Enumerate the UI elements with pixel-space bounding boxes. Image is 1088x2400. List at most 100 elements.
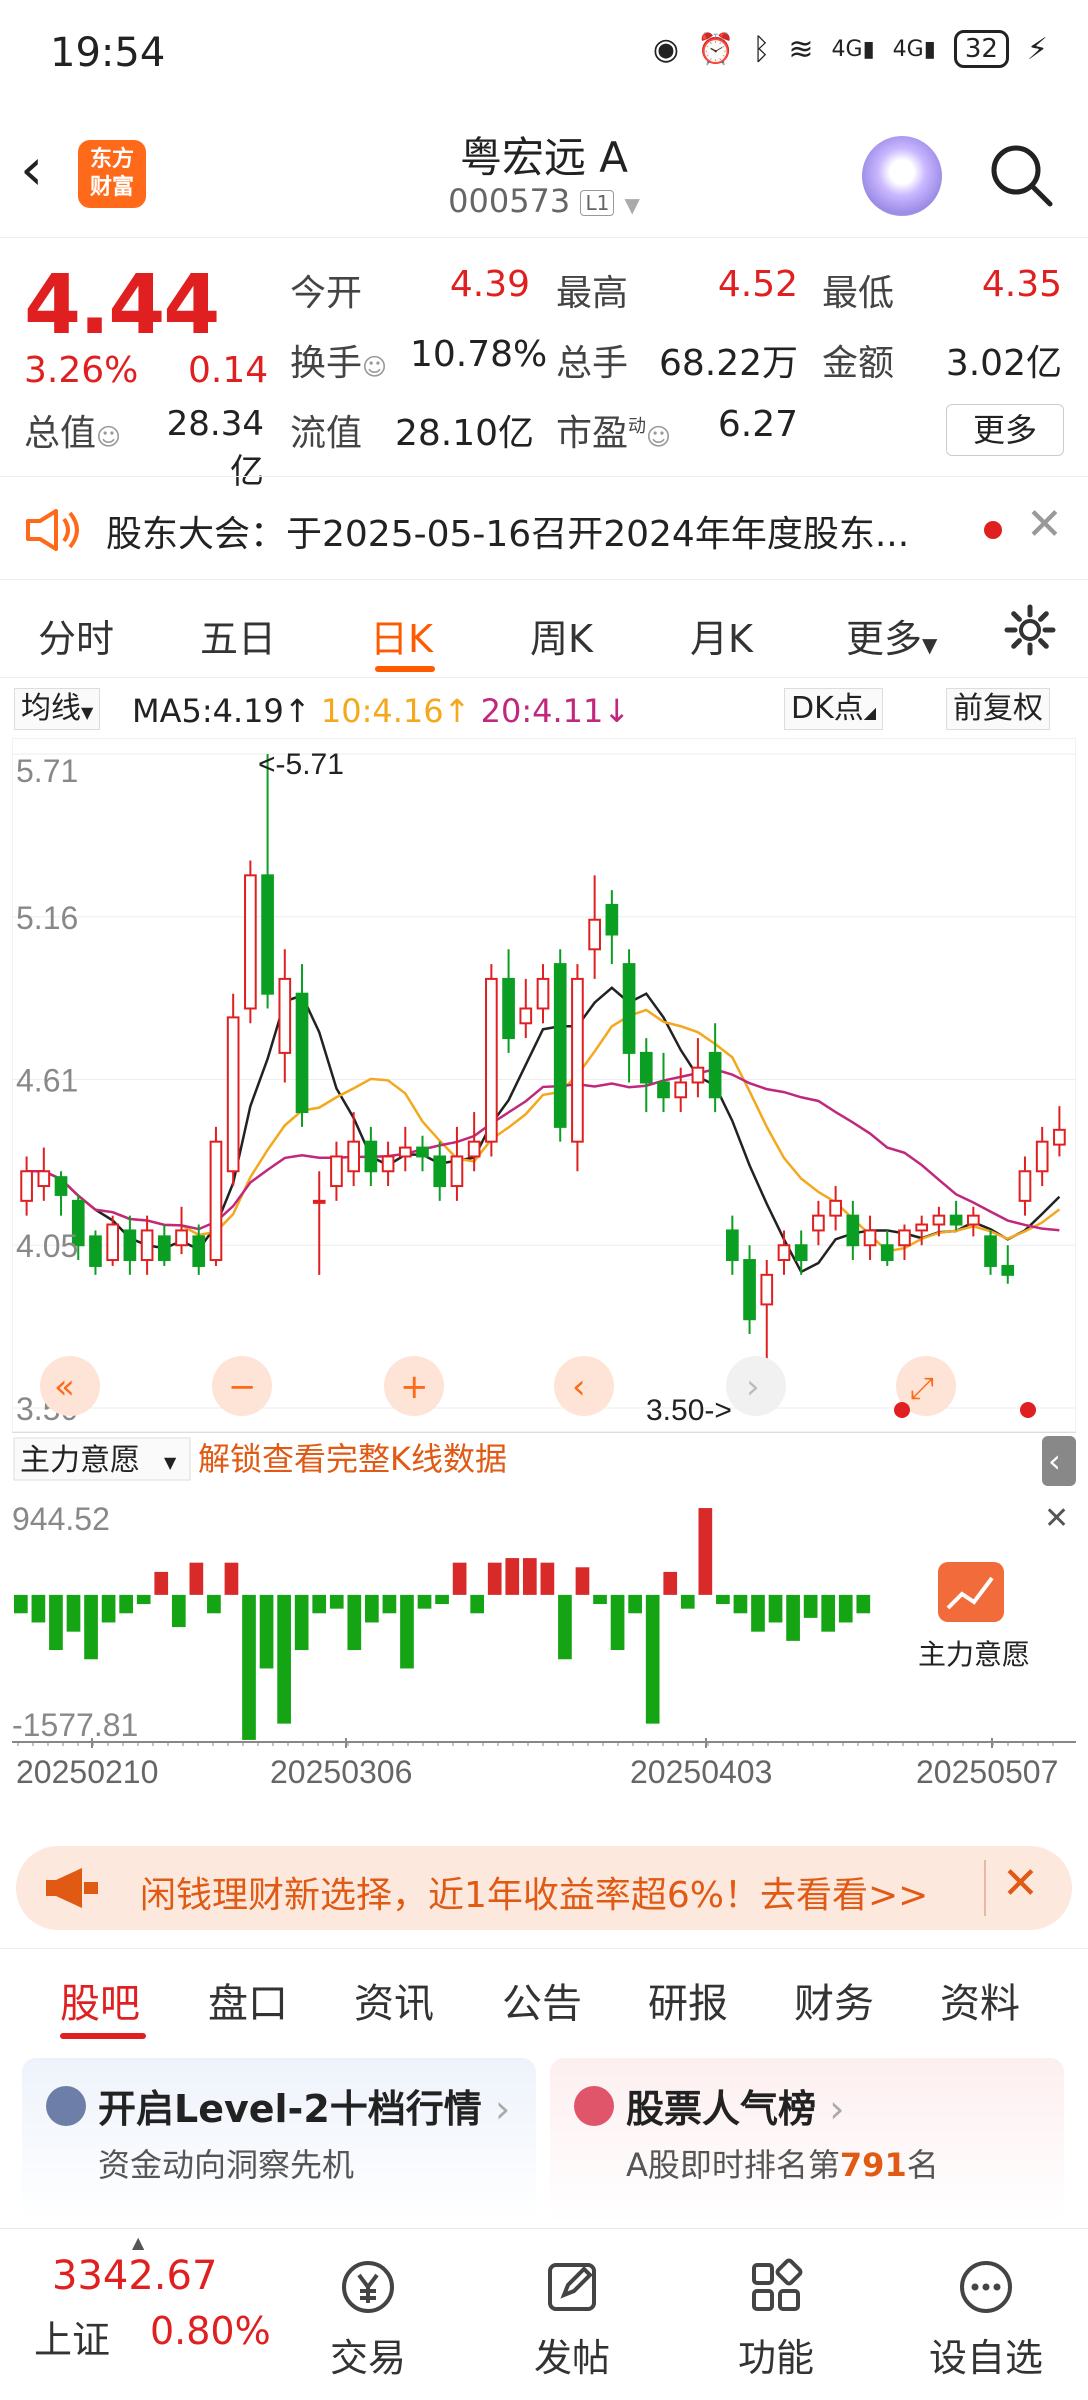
nav-add-watchlist[interactable]: 设自选 — [906, 2229, 1066, 2400]
candle-body — [175, 1229, 188, 1247]
tab-more[interactable]: 更多▼ — [846, 608, 937, 663]
more-button[interactable]: 更多 — [946, 404, 1064, 456]
indicator-header: 主力意愿 ▼ 解锁查看完整K线数据 ‹ — [13, 1436, 1076, 1486]
change-percent: 3.26% — [24, 350, 139, 391]
ma10-value: 10:4.16↑ — [320, 692, 471, 730]
indicator-bar — [610, 1594, 625, 1651]
candle-body — [898, 1229, 911, 1247]
indicator-bar — [189, 1562, 204, 1595]
indicator-bar — [329, 1594, 344, 1609]
ma-selector[interactable]: 均线▼ — [14, 688, 101, 730]
tab-five-day[interactable]: 五日 — [200, 608, 276, 663]
candle-body — [1053, 1128, 1066, 1146]
battery-icon: 32 — [953, 30, 1009, 68]
indicator-bar — [347, 1594, 362, 1651]
tab-order-book[interactable]: 盘口 — [208, 1971, 288, 2029]
indicator-bar — [417, 1594, 432, 1609]
close-icon[interactable]: ✕ — [1026, 499, 1063, 550]
popularity-card-subtitle: A股即时排名第791名 — [626, 2146, 939, 2184]
candle-body — [467, 1140, 481, 1158]
price-tick-label: 5.71 — [16, 753, 78, 789]
index-value: 3342.67 — [52, 2253, 218, 2299]
price-axis: 5.715.164.614.053.50 — [16, 753, 78, 1427]
candle-body — [743, 1259, 756, 1321]
settings-gear-icon[interactable] — [1004, 604, 1056, 656]
more-dots-icon — [960, 2261, 1012, 2313]
indicator-bar — [242, 1594, 256, 1740]
candle-body — [966, 1214, 980, 1226]
tab-announcements[interactable]: 公告 — [502, 1971, 582, 2029]
status-bar: 19:54 ◉ ⏰ ᛒ ≋ 4G▮ 4G▮ 32 ⚡ — [0, 0, 1088, 110]
robot-assistant-icon[interactable] — [862, 136, 942, 216]
candle-body — [794, 1244, 808, 1262]
rank-number: 791 — [839, 2146, 907, 2184]
adjust-selector[interactable]: 前复权 — [946, 688, 1050, 730]
candle-body — [949, 1214, 963, 1226]
indicator-bar — [400, 1594, 414, 1669]
tab-monthly-k[interactable]: 月K — [690, 608, 753, 663]
promo-banner[interactable]: 闲钱理财新选择，近1年收益率超6%！去看看>> ✕ — [16, 1846, 1072, 1930]
indicator-bar — [558, 1594, 572, 1660]
alarm-icon: ⏰ — [697, 31, 735, 67]
tab-financials[interactable]: 财务 — [794, 1971, 874, 2029]
candle-body — [880, 1244, 894, 1262]
candle-body — [106, 1223, 120, 1262]
indicator-bar — [277, 1594, 291, 1724]
header: ‹ 东方 财富 粤宏远 A 000573 L1 ▼ — [0, 110, 1088, 238]
candle-body — [846, 1214, 860, 1247]
level-badge: L1 — [580, 190, 615, 216]
date-label: 20250306 — [270, 1754, 413, 1790]
open-label: 今开 — [290, 273, 363, 314]
mktcap-label: 总值☺ — [24, 413, 122, 454]
close-icon[interactable]: ✕ — [1044, 1501, 1069, 1536]
candle-body — [691, 1066, 705, 1084]
tab-daily-k[interactable]: 日K — [370, 608, 433, 663]
ma20-value: 20:4.11↓ — [480, 692, 631, 730]
candle-body — [381, 1155, 395, 1173]
candle-body — [278, 977, 292, 1054]
expand-icon: ⤢ — [910, 1371, 934, 1406]
notice-bar[interactable]: 股东大会：于2025-05-16召开2024年年度股东... ✕ — [0, 476, 1088, 580]
tab-weekly-k[interactable]: 周K — [530, 608, 593, 663]
indicator-bar — [312, 1594, 327, 1614]
pe-value: 6.27 — [717, 404, 798, 445]
search-icon[interactable] — [986, 140, 1056, 210]
close-icon[interactable]: ✕ — [1002, 1858, 1039, 1909]
tab-intraday[interactable]: 分时 — [38, 608, 114, 663]
megaphone-icon — [46, 1868, 98, 1908]
level2-card[interactable]: 开启Level-2十档行情 › 资金动向洞察先机 — [22, 2058, 536, 2224]
candle-body — [433, 1155, 447, 1188]
main-intent-chart-icon[interactable] — [938, 1562, 1004, 1622]
dk-point-selector[interactable]: DK点◢ — [784, 688, 884, 730]
popularity-card[interactable]: 股票人气榜 › A股即时排名第791名 — [550, 2058, 1064, 2224]
unlock-link[interactable]: 解锁查看完整K线数据 — [198, 1440, 507, 1478]
indicator-bar — [136, 1594, 151, 1605]
indicator-bar — [365, 1594, 379, 1623]
indicator-bar — [856, 1594, 871, 1614]
candle-body — [812, 1214, 825, 1232]
chart-controls: « − + ‹ › ⤢ — [40, 1356, 1036, 1418]
tab-forum[interactable]: 股吧 — [60, 1971, 140, 2029]
speaker-icon — [26, 509, 79, 551]
indicator-bar — [751, 1594, 765, 1632]
open-value: 4.39 — [449, 264, 530, 305]
indicator-bar — [768, 1594, 783, 1623]
trade-yuan-icon — [342, 2261, 394, 2313]
index-ticker[interactable]: ▲ 3342.67 上证 0.80% — [20, 2229, 280, 2400]
candle-body — [502, 977, 515, 1040]
candle-body — [244, 874, 257, 1010]
kline-chart[interactable]: 5.715.164.614.053.50 <-5.71 3.50-> « − +… — [12, 738, 1076, 1748]
nav-functions[interactable]: 功能 — [696, 2229, 856, 2400]
nav-trade[interactable]: 交易 — [288, 2229, 448, 2400]
indicator-bar — [716, 1594, 730, 1605]
indicator-bars — [14, 1508, 871, 1740]
candle-body — [226, 1016, 240, 1173]
tab-profile[interactable]: 资料 — [940, 1971, 1020, 2029]
ma-values: MA5:4.19↑ 10:4.16↑ 20:4.11↓ — [132, 692, 630, 730]
candle-body — [571, 977, 584, 1143]
date-label: 20250403 — [630, 1754, 773, 1790]
tab-research[interactable]: 研报 — [648, 1971, 728, 2029]
nav-post[interactable]: 发帖 — [492, 2229, 652, 2400]
tab-news[interactable]: 资讯 — [354, 1971, 434, 2029]
indicator-bar — [119, 1594, 133, 1614]
